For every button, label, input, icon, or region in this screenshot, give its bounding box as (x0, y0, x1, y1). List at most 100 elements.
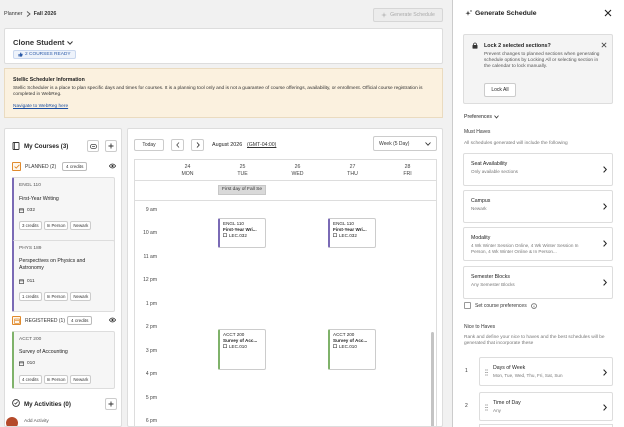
chevron-left-icon (175, 142, 180, 148)
chevron-right-icon (603, 369, 607, 376)
next-week-button[interactable] (191, 139, 204, 151)
must-haves-desc: All schedules generated will include the… (464, 141, 568, 146)
option-campus[interactable]: Campus Newark (463, 190, 613, 223)
tag-credits: 3 credits (19, 221, 42, 230)
drag-handle-icon[interactable] (485, 369, 488, 376)
divider (135, 180, 436, 181)
course-card-phys189[interactable]: PHYS 189 Perspectives on Physics and Ast… (12, 240, 115, 312)
course-title: Survey of Accounting (19, 349, 68, 355)
calendar-icon (223, 233, 227, 238)
close-icon[interactable] (604, 9, 612, 17)
tag-modality: In Person (43, 375, 69, 384)
option-semester-blocks[interactable]: Semester Blocks Any Semester Blocks (463, 266, 613, 299)
nice-to-haves-heading: Nice to Haves (464, 324, 496, 330)
registered-label: REGISTERED (1) (25, 318, 66, 324)
collapse-button[interactable] (87, 140, 99, 152)
course-prefs-checkbox[interactable] (464, 302, 471, 309)
thumbs-up-icon (18, 52, 23, 57)
calendar-event-engl110-tue[interactable]: ENGL 110 First-Year Wri... LEC.032 (218, 218, 266, 248)
event-section: LEC.010 (223, 344, 262, 350)
eye-icon[interactable] (109, 163, 116, 169)
preferences-toggle[interactable]: Preferences (464, 114, 499, 120)
drag-handle-icon[interactable] (485, 404, 488, 411)
nice-to-haves-desc: Rank and define your nice to haves and t… (464, 335, 605, 346)
calendar-event-acct200-tue[interactable]: ACCT 200 Survey of Acc... LEC.010 (218, 329, 266, 370)
calendar-icon (19, 208, 24, 213)
breadcrumb-current: Fall 2026 (33, 11, 57, 17)
sparkle-icon (381, 12, 388, 18)
today-button[interactable]: Today (134, 139, 164, 151)
info-body: Stellic Scheduler is a place to plan spe… (13, 86, 423, 98)
prev-week-button[interactable] (171, 139, 184, 151)
my-courses-panel: My Courses (3) PLANNED (2) 4 credits ENG… (4, 128, 122, 427)
my-activities-title: My Activities (0) (24, 401, 71, 408)
dismiss-icon[interactable] (601, 42, 607, 48)
tag-credits: 4 credits (19, 375, 42, 384)
calendar-icon (333, 233, 337, 238)
day-header-fri: 28 FRI (403, 164, 412, 177)
time-label: 4 pm (145, 371, 157, 377)
allday-event[interactable]: First day of Fall Se (218, 185, 266, 195)
avatar[interactable] (6, 417, 18, 426)
course-section: 032 (19, 208, 35, 213)
tag-credits: 1 credits (19, 292, 42, 301)
day-header-thu: 27 THU (347, 164, 358, 177)
breadcrumb: Planner Fall 2026 (4, 11, 56, 17)
section-number: 011 (27, 279, 35, 284)
option-seat-availability[interactable]: Seat Availability Only available section… (463, 153, 613, 186)
course-title: First-Year Writing (19, 196, 59, 202)
event-section: LEC.010 (333, 344, 372, 350)
add-course-button[interactable] (105, 140, 117, 152)
plus-icon (108, 401, 114, 407)
time-label: 10 am (143, 230, 157, 236)
courses-ready-badge[interactable]: 2 COURSES READY (13, 50, 76, 59)
time-label: 11 am (143, 254, 157, 260)
registered-credits: 4 credits (67, 316, 93, 325)
lock-all-button[interactable]: Lock All (484, 83, 516, 97)
calendar-event-engl110-thu[interactable]: ENGL 110 First-Year Wri... LEC.032 (328, 218, 376, 248)
preferences-label: Preferences (464, 114, 492, 120)
add-activity-link[interactable]: Add Activity (24, 419, 49, 424)
chevron-right-icon (603, 279, 607, 286)
nice-item-days-of-week[interactable]: Days of Week Mon, Tue, Wed, Thu, Fri, Sa… (479, 357, 613, 386)
course-tags: 3 credits In Person Newark (19, 221, 92, 230)
my-courses-title: My Courses (3) (24, 143, 69, 150)
lock-title: Lock 2 selected sections? (484, 43, 551, 49)
book-icon (12, 142, 20, 150)
planned-credits: 4 credits (62, 162, 88, 171)
breadcrumb-root[interactable]: Planner (4, 11, 23, 17)
course-tags: 1 credits In Person Newark (19, 292, 92, 301)
generate-schedule-drawer: Generate Schedule Lock 2 selected sectio… (452, 0, 624, 427)
course-section: 010 (19, 361, 35, 366)
course-card-acct200[interactable]: ACCT 200 Survey of Accounting 010 4 cred… (12, 331, 115, 389)
calendar-scrollbar[interactable] (431, 332, 434, 426)
option-modality[interactable]: Modality 4 Wk Winter Session Online, 4 W… (463, 227, 613, 261)
eye-icon[interactable] (109, 317, 116, 323)
course-prefs-label: Set course preferences (475, 302, 527, 309)
generate-schedule-button[interactable]: Generate Schedule (373, 8, 443, 22)
time-label: 9 am (145, 207, 157, 213)
add-activity-button[interactable] (105, 398, 117, 410)
drawer-title-text: Generate Schedule (475, 10, 537, 17)
time-label: 5 pm (145, 395, 157, 401)
drawer-title: Generate Schedule (465, 10, 537, 17)
webreg-link[interactable]: Navigate to WebReg here (13, 104, 68, 109)
calendar-event-acct200-thu[interactable]: ACCT 200 Survey of Acc... LEC.010 (328, 329, 376, 370)
divider (135, 200, 436, 201)
student-selector[interactable]: Clone Student (13, 38, 74, 47)
course-code: PHYS 189 (19, 246, 42, 251)
view-select[interactable]: Week (5 Day) (373, 136, 437, 151)
plus-icon (108, 143, 114, 149)
scheduler-info-banner: Stellic Scheduler Information Stellic Sc… (4, 68, 443, 118)
collapse-icon (89, 143, 97, 149)
timezone-label[interactable]: (GMT-04:00) (247, 142, 276, 148)
tag-modality: In Person (43, 292, 69, 301)
nice-item-time-of-day[interactable]: Time of Day Any (479, 392, 613, 421)
course-section: 011 (19, 279, 35, 284)
calendar-icon (19, 361, 24, 366)
set-course-preferences-row: Set course preferences (464, 302, 537, 309)
option-title: Semester Blocks (471, 274, 510, 280)
course-tags: 4 credits In Person Newark (19, 375, 92, 384)
course-code: ACCT 200 (19, 337, 42, 342)
info-icon[interactable] (530, 302, 537, 309)
